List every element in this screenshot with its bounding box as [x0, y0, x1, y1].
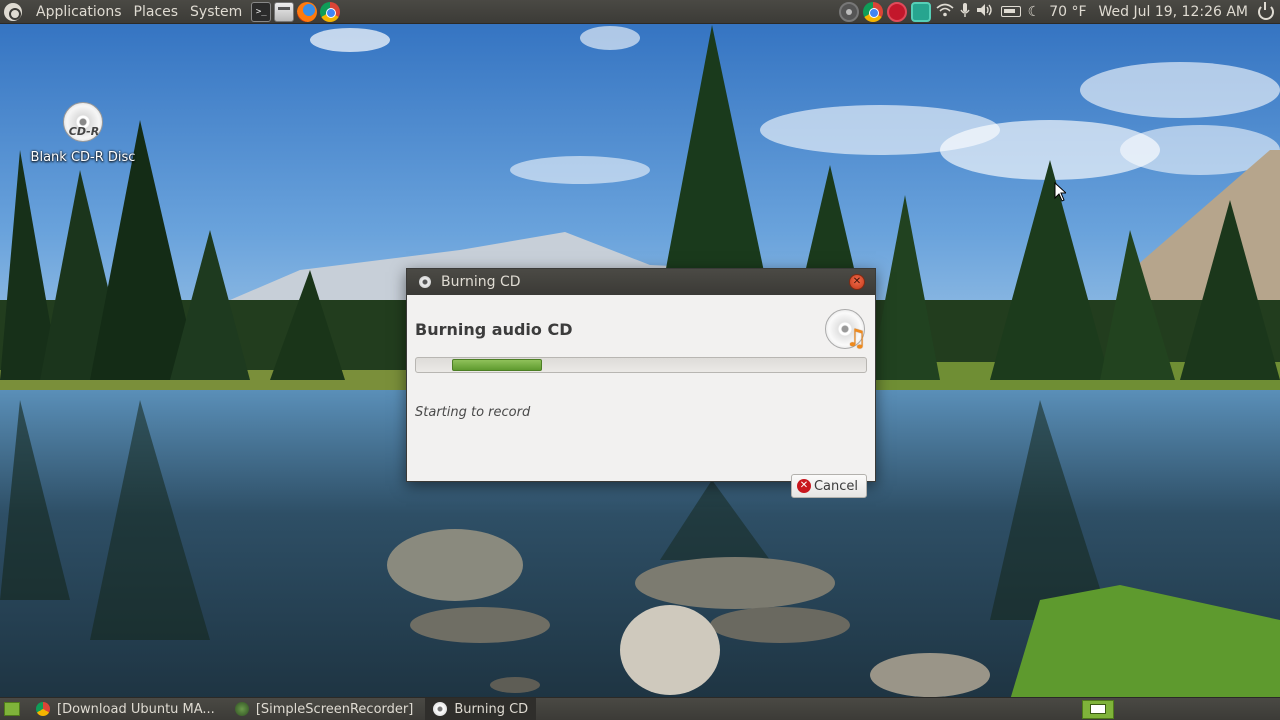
taskbar-item-chrome[interactable]: [Download Ubuntu MA... — [28, 698, 223, 720]
audio-cd-icon: ♫ — [825, 309, 867, 352]
screen-recorder-icon — [234, 702, 249, 716]
desktop-icon-label: Blank CD-R Disc — [30, 150, 136, 165]
clock[interactable]: Wed Jul 19, 12:26 AM — [1093, 0, 1254, 24]
battery-icon[interactable] — [1000, 6, 1021, 17]
moon-weather-icon[interactable]: ☾ — [1028, 4, 1041, 20]
mouse-cursor-icon — [1054, 182, 1066, 202]
cancel-icon: ✕ — [796, 479, 811, 493]
menu-applications[interactable]: Applications — [30, 0, 128, 24]
cancel-button[interactable]: ✕ Cancel — [790, 474, 867, 498]
burning-cd-dialog: Burning CD ✕ Burning audio CD ♫ Starting… — [406, 268, 876, 498]
cd-icon — [433, 702, 448, 716]
taskbar-item-label: Burning CD — [454, 701, 529, 717]
close-button[interactable]: ✕ — [849, 274, 865, 290]
taskbar-item-burning-cd[interactable]: Burning CD — [425, 697, 537, 720]
status-text: Starting to record — [415, 405, 531, 420]
chrome-tray-icon[interactable] — [862, 1, 883, 22]
green-app-tray-icon[interactable] — [910, 1, 931, 22]
dialog-heading: Burning audio CD — [415, 320, 573, 339]
show-desktop-button[interactable] — [4, 702, 20, 716]
menu-places[interactable]: Places — [128, 0, 185, 24]
burn-progress-bar — [415, 357, 867, 373]
chrome-icon — [36, 702, 50, 716]
progress-fill — [452, 359, 542, 371]
taskbar-item-label: [Download Ubuntu MA... — [57, 701, 215, 717]
microphone-icon[interactable] — [960, 2, 970, 22]
music-note-icon: ♫ — [845, 324, 867, 352]
bottom-taskbar: [Download Ubuntu MA... [SimpleScreenReco… — [0, 697, 1280, 720]
dialog-titlebar[interactable]: Burning CD ✕ — [407, 269, 875, 295]
ubuntu-logo-icon[interactable] — [4, 2, 22, 21]
terminal-icon[interactable]: >_ — [251, 1, 272, 22]
volume-icon[interactable] — [976, 3, 994, 21]
cd-title-icon — [419, 276, 431, 288]
file-manager-icon[interactable] — [274, 1, 295, 22]
firefox-icon[interactable] — [297, 1, 318, 22]
menu-system[interactable]: System — [184, 0, 248, 24]
desktop-icon-blank-cd[interactable]: CD-R Blank CD-R Disc — [30, 102, 136, 165]
wifi-icon[interactable] — [936, 3, 954, 21]
dialog-title: Burning CD — [441, 274, 521, 290]
disc-text: CD-R — [68, 125, 100, 138]
weather-temperature[interactable]: 70 °F — [1043, 0, 1092, 24]
dialog-content: Burning audio CD ♫ Starting to record ✕ … — [407, 295, 875, 498]
top-panel: Applications Places System >_ ☾ 70 °F We… — [0, 0, 1280, 24]
workspace-switcher[interactable] — [1082, 699, 1114, 719]
cd-disc-icon: CD-R — [63, 102, 103, 142]
power-icon[interactable] — [1258, 1, 1274, 20]
cancel-label: Cancel — [813, 478, 858, 494]
chrome-icon[interactable] — [320, 1, 341, 22]
screen-recorder-tray-icon[interactable] — [838, 1, 859, 22]
taskbar-item-screen-recorder[interactable]: [SimpleScreenRecorder] — [227, 698, 422, 720]
taskbar-item-label: [SimpleScreenRecorder] — [255, 701, 414, 717]
red-app-tray-icon[interactable] — [886, 1, 907, 22]
